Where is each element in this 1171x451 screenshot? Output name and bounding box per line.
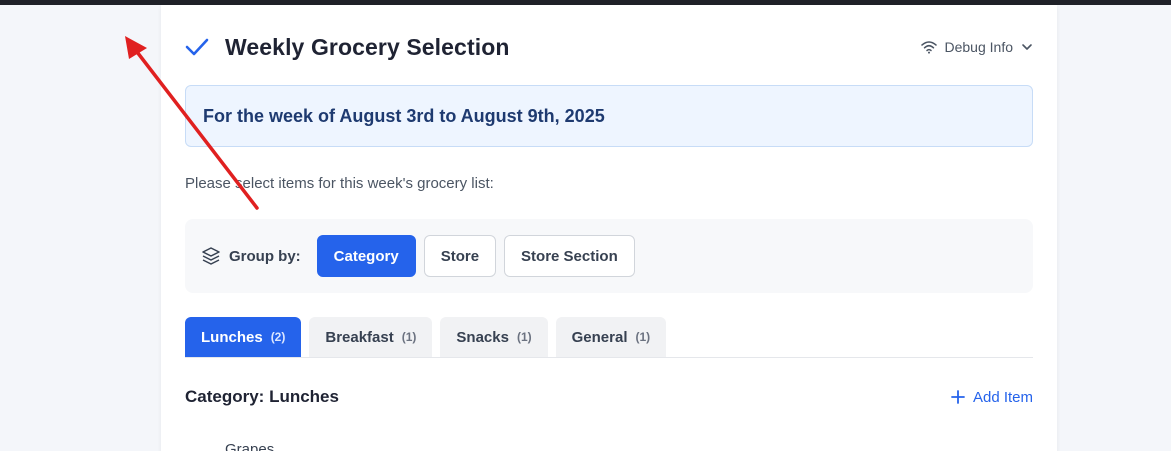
wifi-icon [920,40,937,54]
debug-info-label: Debug Info [944,39,1014,55]
instructions-text: Please select items for this week's groc… [185,175,494,192]
grocery-card: Weekly Grocery Selection Debug Info For … [161,5,1057,451]
category-tabs: Lunches (2) Breakfast (1) Snacks (1) Gen… [185,317,1033,358]
add-item-label: Add Item [972,388,1033,406]
category-title: Category: Lunches [185,387,339,406]
tab-breakfast[interactable]: Breakfast (1) [309,317,433,357]
tab-snacks[interactable]: Snacks (1) [440,317,548,357]
tab-general[interactable]: General (1) [555,317,667,357]
tab-count: (1) [516,330,532,344]
group-by-text: Group by: [229,247,301,265]
group-by-store-button[interactable]: Store [423,235,497,277]
list-item[interactable]: Grapes [225,441,274,451]
category-header: Category: Lunches Add Item [185,385,1033,409]
chevron-down-icon [1021,43,1033,51]
tab-count: (1) [635,330,651,344]
tab-label: Lunches [201,328,263,346]
add-item-button[interactable]: Add Item [951,389,1033,406]
week-banner: For the week of August 3rd to August 9th… [185,85,1033,147]
check-icon [185,34,211,60]
tab-label: Breakfast [325,328,394,346]
layers-icon [201,246,221,266]
tab-count: (2) [270,330,286,344]
group-by-label: Group by: [201,246,301,266]
plus-icon [951,390,965,404]
tab-count: (1) [401,330,417,344]
group-by-panel: Group by: Category Store Store Section [185,219,1033,293]
group-by-store-section-button[interactable]: Store Section [504,235,635,277]
tab-label: General [571,328,628,346]
tab-lunches[interactable]: Lunches (2) [185,317,302,357]
debug-info-toggle[interactable]: Debug Info [920,39,1034,55]
title-group: Weekly Grocery Selection [185,34,510,61]
page-title: Weekly Grocery Selection [225,33,510,60]
group-by-category-button[interactable]: Category [316,235,416,277]
tab-label: Snacks [456,328,509,346]
page-header: Weekly Grocery Selection Debug Info [185,31,1033,63]
